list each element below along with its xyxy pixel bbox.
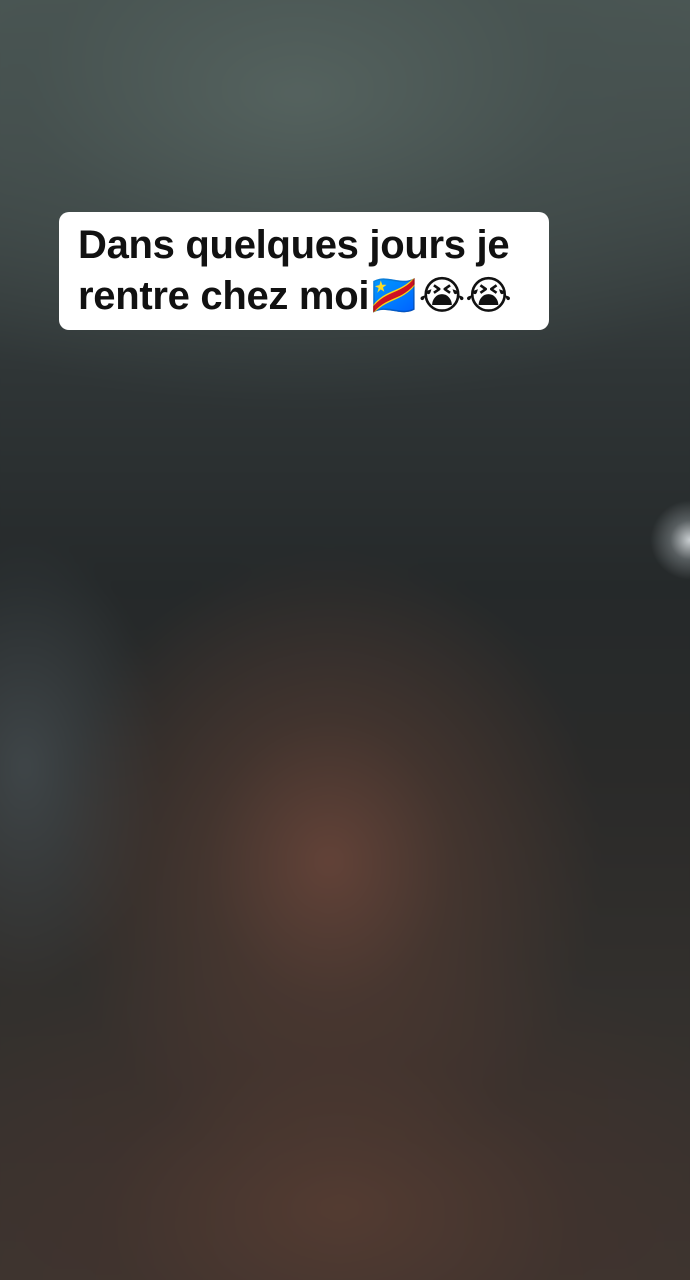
caption-box: Dans quelques jours je rentre chez moi🇨🇩… <box>59 212 549 330</box>
caption-text: Dans quelques jours je rentre chez moi🇨🇩… <box>78 223 512 318</box>
video-frame: Dans quelques jours je rentre chez moi🇨🇩… <box>0 0 690 1280</box>
blurred-background-photo <box>0 0 690 1280</box>
